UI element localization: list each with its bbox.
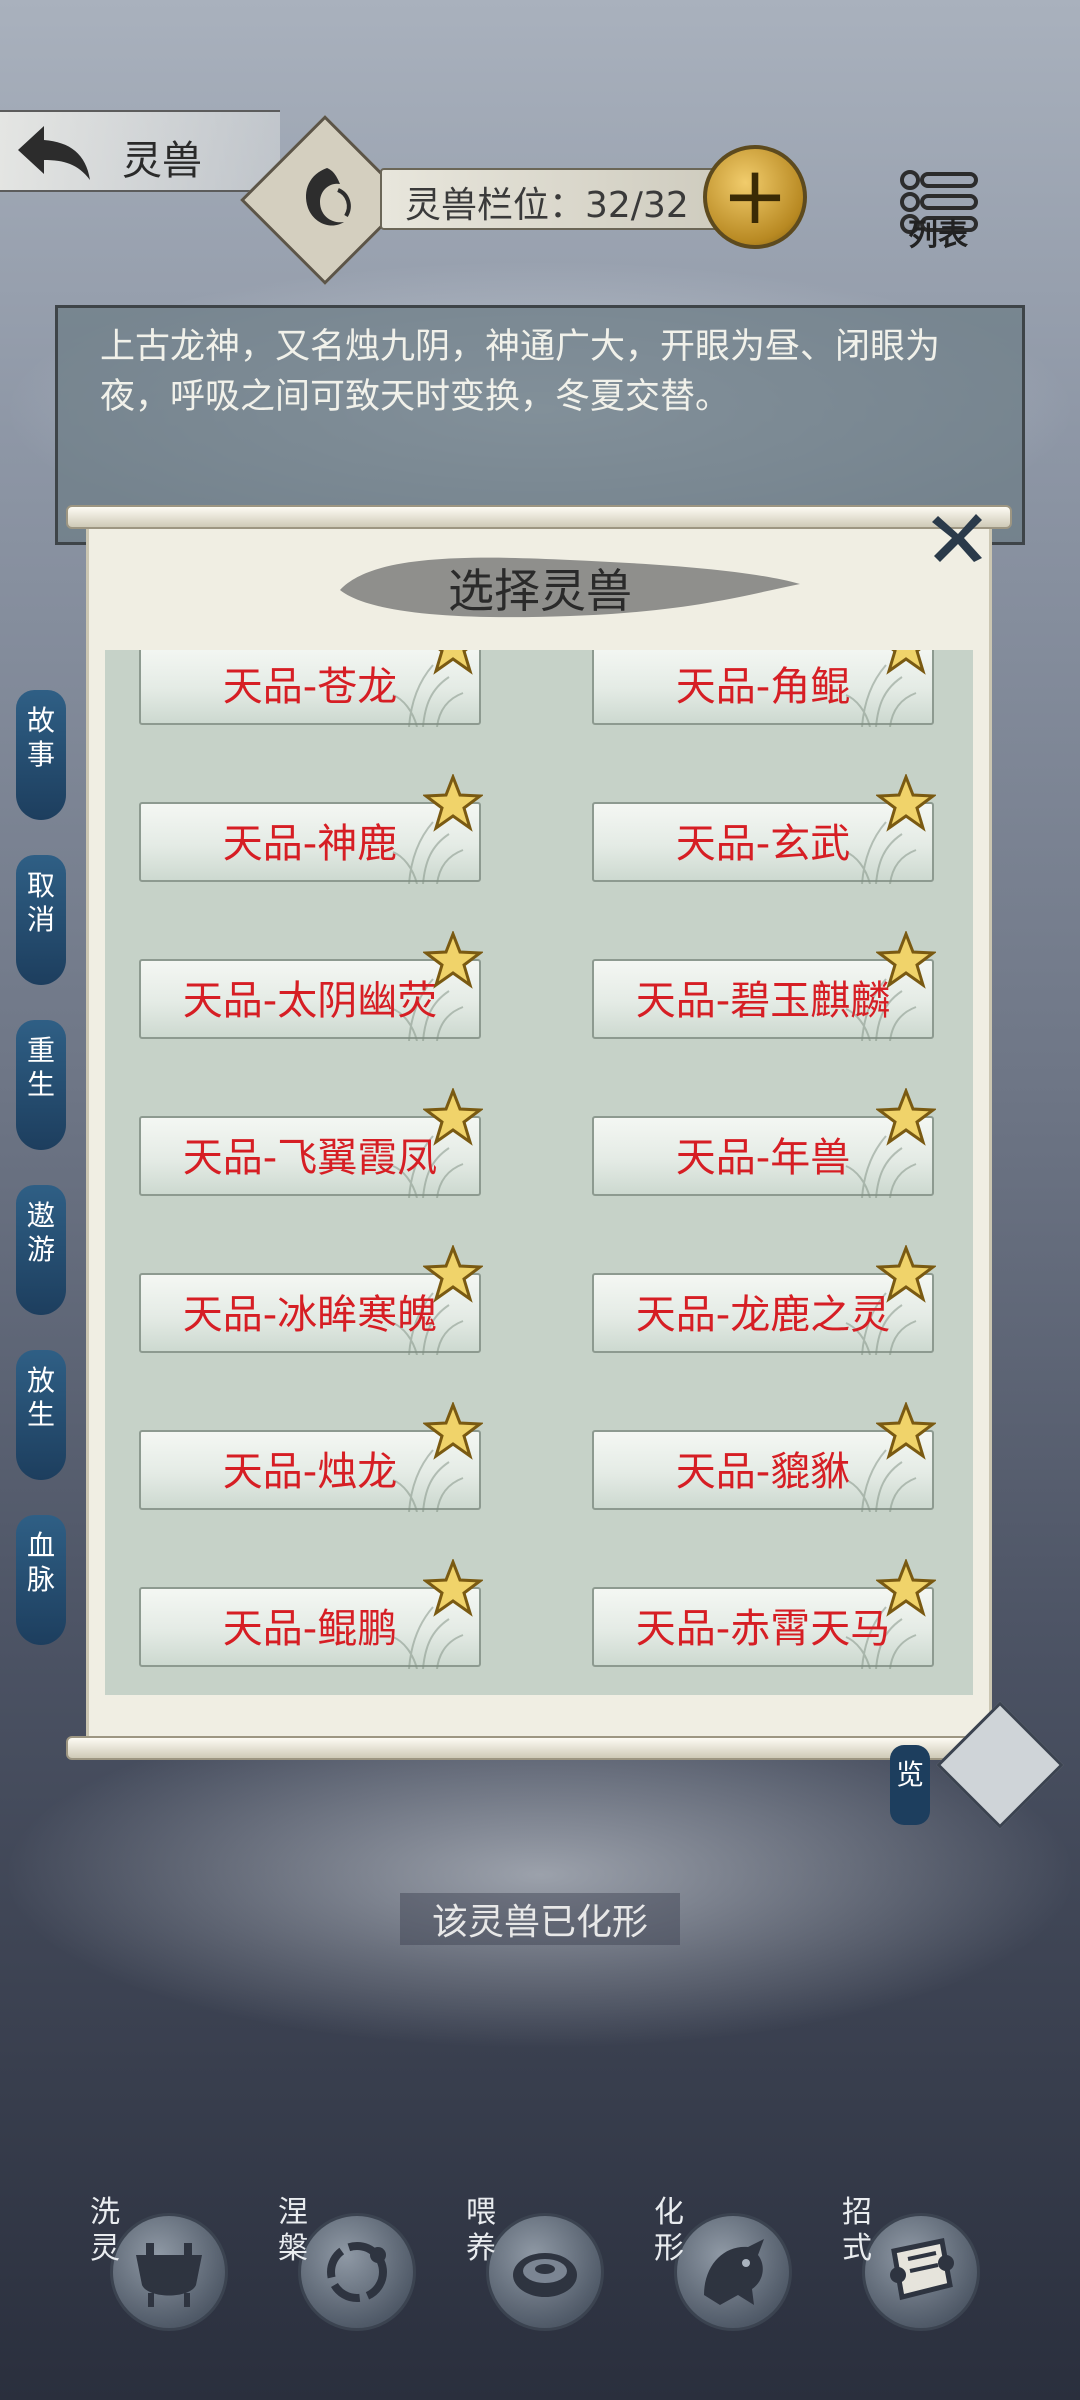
beast-description: 上古龙神，又名烛九阴，神通广大，开眼为昼、闭眼为夜，呼吸之间可致天时变换，冬夏交…	[100, 327, 941, 417]
beast-option[interactable]: 天品-鲲鹏	[139, 1559, 483, 1669]
star-icon	[876, 1559, 936, 1617]
action-label: 涅槃	[278, 2195, 308, 2266]
back-arrow-icon[interactable]	[14, 120, 94, 184]
star-icon	[423, 774, 483, 832]
beast-option[interactable]: 天品-玄武	[592, 774, 936, 884]
action-label: 化形	[654, 2195, 684, 2266]
scroll-icon	[890, 2238, 954, 2301]
star-icon	[423, 931, 483, 989]
side-button-bloodline[interactable]: 血脉	[16, 1515, 66, 1645]
beast-list: 天品-苍龙 天品-角鲲天品-神鹿 天品-玄武 天品-太阴幽荧 天品-碧玉麒麟 天品-飞翼霞…	[105, 650, 973, 1695]
beast-option[interactable]: 天品-烛龙	[139, 1402, 483, 1512]
star-icon	[886, 650, 926, 675]
beast-option[interactable]: 天品-年兽	[592, 1088, 936, 1198]
side-button-rebirth[interactable]: 重生	[16, 1020, 66, 1150]
list-label: 列表	[908, 218, 968, 253]
scroll-top-rod	[66, 505, 1012, 529]
side-button-label: 放生	[26, 1364, 55, 1431]
star-icon	[423, 1559, 483, 1617]
action-nirvana[interactable]: 涅槃	[278, 2195, 416, 2345]
beast-option[interactable]: 天品-龙鹿之灵	[592, 1245, 936, 1355]
side-button-label: 遨游	[26, 1199, 55, 1266]
beast-option[interactable]: 天品-苍龙	[139, 650, 481, 727]
scroll-bottom-rod	[66, 1736, 1012, 1760]
side-button-release[interactable]: 放生	[16, 1350, 66, 1480]
star-icon	[876, 1402, 936, 1460]
action-feed[interactable]: 喂养	[466, 2195, 604, 2345]
action-skills[interactable]: 招式	[842, 2195, 980, 2345]
add-slot-button[interactable]: +	[703, 145, 807, 249]
overview-label: 览	[895, 1758, 924, 1791]
side-button-label: 取消	[26, 869, 55, 936]
dragon-ring-icon	[327, 2242, 387, 2302]
side-button-label: 血脉	[26, 1529, 55, 1596]
beast-option[interactable]: 天品-冰眸寒魄	[139, 1245, 483, 1355]
beast-option[interactable]: 天品-太阴幽荧	[139, 931, 483, 1041]
action-label: 洗灵	[90, 2195, 120, 2266]
side-button-cancel[interactable]: 取消	[16, 855, 66, 985]
star-icon	[876, 1088, 936, 1146]
meat-icon	[513, 2253, 577, 2297]
star-icon	[423, 1088, 483, 1146]
action-transform[interactable]: 化形	[654, 2195, 792, 2345]
side-button-story[interactable]: 故事	[16, 690, 66, 820]
beast-option[interactable]: 天品-角鲲	[592, 650, 934, 727]
overview-button[interactable]: 览	[890, 1745, 930, 1825]
modal-title: 选择灵兽	[448, 564, 632, 618]
beast-option[interactable]: 天品-碧玉麒麟	[592, 931, 936, 1041]
action-label: 喂养	[466, 2195, 496, 2266]
dragon-head-icon	[704, 2239, 764, 2305]
cauldron-icon	[136, 2243, 202, 2307]
action-wash-spirit[interactable]: 洗灵	[90, 2195, 228, 2345]
beast-option[interactable]: 天品-赤霄天马	[592, 1559, 936, 1669]
top-bar: 灵兽	[0, 110, 280, 192]
star-icon	[876, 1245, 936, 1303]
side-button-label: 故事	[26, 704, 55, 771]
beast-option[interactable]: 天品-飞翼霞凤	[139, 1088, 483, 1198]
phoenix-icon	[306, 168, 351, 226]
side-button-roam[interactable]: 遨游	[16, 1185, 66, 1315]
plus-icon: +	[721, 149, 789, 242]
star-icon	[423, 1245, 483, 1303]
close-icon[interactable]	[930, 510, 986, 566]
status-caption: 该灵兽已化形	[400, 1893, 680, 1945]
page-title: 灵兽	[122, 138, 202, 184]
star-icon	[876, 931, 936, 989]
beast-option[interactable]: 天品-神鹿	[139, 774, 483, 884]
side-button-label: 重生	[26, 1034, 55, 1101]
beast-option[interactable]: 天品-貔貅	[592, 1402, 936, 1512]
star-icon	[423, 1402, 483, 1460]
beast-slot-count: 灵兽栏位：32/32	[405, 185, 689, 226]
action-label: 招式	[842, 2195, 872, 2266]
star-icon	[433, 650, 473, 675]
star-icon	[876, 774, 936, 832]
